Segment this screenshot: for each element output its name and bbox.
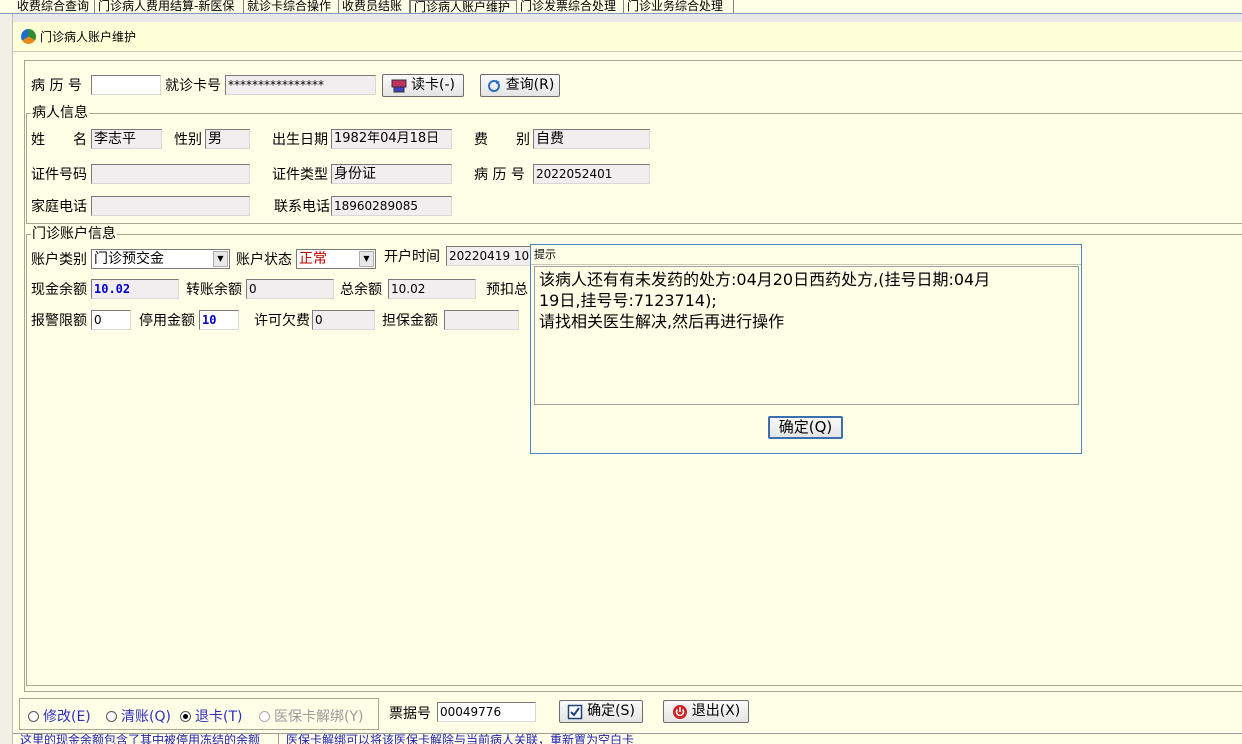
home-phone-label: 家庭电话	[31, 199, 87, 215]
fee-type-label: 费 别	[474, 132, 530, 148]
receipt-no-input[interactable]: 00049776	[437, 702, 536, 722]
alert-limit-label: 报警限额	[31, 313, 87, 329]
chevron-down-icon[interactable]: ▼	[359, 251, 374, 267]
open-time-label: 开户时间	[384, 249, 440, 265]
guarantee-label: 担保金额	[382, 313, 438, 329]
card-reader-icon	[391, 79, 407, 92]
refresh-icon	[487, 79, 500, 92]
contact-phone-field[interactable]: 18960289085	[331, 196, 452, 216]
id-no-field[interactable]	[91, 164, 250, 184]
transfer-balance-label: 转账余额	[186, 282, 242, 298]
dialog-message: 该病人还有有未发药的处方:04月20日西药处方,(挂号日期:04月 19日,挂号…	[534, 266, 1079, 405]
account-status-value: 正常	[299, 251, 327, 267]
confirm-button[interactable]: 确定(S)	[559, 700, 643, 723]
dialog-header	[531, 245, 1081, 265]
radio-refund[interactable]: 退卡(T)	[180, 706, 242, 726]
overdraft-field[interactable]: 0	[312, 310, 375, 330]
radio-modify-label: 修改(E)	[43, 709, 91, 725]
radio-clear-label: 清账(Q)	[121, 709, 171, 725]
record-label: 病 历 号	[474, 167, 525, 183]
account-status-select[interactable]: 正常 ▼	[296, 249, 376, 269]
total-balance-label: 总余额	[340, 282, 382, 298]
account-status-label: 账户状态	[236, 252, 292, 268]
cash-balance-field[interactable]: 10.02	[91, 279, 179, 299]
radio-dot-icon	[106, 710, 117, 722]
transfer-balance-field[interactable]: 0	[246, 279, 334, 299]
radio-selected-icon	[180, 710, 191, 722]
query-button[interactable]: 查询(R)	[480, 74, 560, 97]
dialog-ok-button[interactable]: 确定(Q)	[768, 416, 843, 439]
gender-field[interactable]: 男	[205, 129, 250, 149]
home-phone-field[interactable]	[91, 196, 250, 216]
tab-fee-query[interactable]: 收费综合查询	[14, 0, 95, 13]
status-left: 这里的现金余额包含了其中被停用冻结的余额	[17, 734, 279, 744]
birth-field[interactable]: 1982年04月18日	[331, 129, 452, 149]
query-label: 查询(R)	[505, 77, 555, 93]
receipt-no-label: 票据号	[389, 706, 431, 722]
account-type-select[interactable]: 门诊预交金 ▼	[91, 249, 230, 269]
guarantee-field[interactable]	[444, 310, 519, 330]
account-type-value: 门诊预交金	[94, 251, 164, 267]
tab-account-maintenance[interactable]: 门诊病人账户维护	[410, 0, 517, 13]
id-type-field[interactable]: 身份证	[331, 164, 452, 184]
status-bar: 这里的现金余额包含了其中被停用冻结的余额 医保卡解绑可以将该医保卡解除与当前病人…	[13, 733, 1242, 744]
prededuct-label: 预扣总	[486, 282, 528, 298]
status-right: 医保卡解绑可以将该医保卡解除与当前病人关联，重新置为空白卡	[286, 734, 635, 744]
fee-type-field[interactable]: 自费	[533, 129, 650, 149]
left-sidebar	[0, 14, 13, 744]
checkbox-icon	[567, 704, 583, 719]
radio-dot-icon	[259, 710, 270, 722]
record-no-input[interactable]	[91, 75, 161, 95]
account-type-label: 账户类别	[31, 252, 87, 268]
radio-clear[interactable]: 清账(Q)	[106, 706, 171, 726]
name-label: 姓 名	[31, 132, 87, 148]
gender-label: 性别	[174, 132, 202, 148]
tab-fee-settlement[interactable]: 门诊病人费用结算-新医保	[95, 0, 244, 13]
chevron-down-icon[interactable]: ▼	[213, 251, 228, 267]
radio-refund-label: 退卡(T)	[195, 709, 243, 725]
tab-invoice-processing[interactable]: 门诊发票综合处理	[517, 0, 624, 13]
dialog-message-line: 19日,挂号号:7123714);	[539, 291, 717, 310]
tab-card-operations[interactable]: 就诊卡综合操作	[244, 0, 339, 13]
alert-limit-field[interactable]: 0	[91, 310, 131, 330]
exit-button[interactable]: 退出(X)	[663, 700, 749, 723]
total-balance-field[interactable]: 10.02	[388, 279, 476, 299]
dialog-message-line: 请找相关医生解决,然后再进行操作	[539, 312, 785, 331]
stop-amount-field[interactable]: 10	[199, 310, 239, 330]
radio-unbind-label: 医保卡解绑(Y)	[274, 709, 364, 725]
tab-bar: 收费综合查询 门诊病人费用结算-新医保 就诊卡综合操作 收费员结账 门诊病人账户…	[0, 0, 1242, 14]
overdraft-label: 许可欠费	[254, 313, 310, 329]
cash-balance-label: 现金余额	[31, 282, 87, 298]
id-type-label: 证件类型	[272, 167, 328, 183]
radio-dot-icon	[28, 710, 39, 722]
radio-modify[interactable]: 修改(E)	[28, 706, 91, 726]
window-title: 门诊病人账户维护	[40, 30, 137, 44]
tab-business-processing[interactable]: 门诊业务综合处理	[624, 0, 734, 13]
dialog-ok-label: 确定(Q)	[778, 418, 833, 436]
stop-amount-label: 停用金额	[139, 313, 195, 329]
read-card-label: 读卡(-)	[411, 77, 455, 93]
open-time-field[interactable]: 20220419 10:	[446, 246, 536, 266]
card-no-input[interactable]: ****************	[225, 75, 376, 95]
exit-label: 退出(X)	[691, 703, 741, 719]
id-no-label: 证件号码	[31, 167, 87, 183]
tab-cashier-settle[interactable]: 收费员结账	[339, 0, 410, 13]
card-no-label: 就诊卡号	[165, 78, 221, 94]
dialog-message-line: 该病人还有有未发药的处方:04月20日西药处方,(挂号日期:04月	[539, 270, 991, 289]
radio-unbind[interactable]: 医保卡解绑(Y)	[259, 706, 363, 726]
record-field[interactable]: 2022052401	[533, 164, 650, 184]
record-no-label: 病 历 号	[31, 78, 82, 94]
confirm-label: 确定(S)	[587, 703, 635, 719]
power-icon	[672, 704, 687, 719]
birth-label: 出生日期	[272, 132, 328, 148]
account-info-title: 门诊账户信息	[31, 226, 117, 242]
patient-info-title: 病人信息	[31, 105, 89, 121]
dialog-title: 提示	[534, 248, 556, 261]
app-logo-icon	[21, 29, 36, 44]
window-header	[13, 22, 1242, 52]
read-card-button[interactable]: 读卡(-)	[382, 74, 464, 97]
top-strip	[13, 14, 1242, 22]
contact-phone-label: 联系电话	[274, 199, 330, 215]
name-field[interactable]: 李志平	[91, 129, 162, 149]
